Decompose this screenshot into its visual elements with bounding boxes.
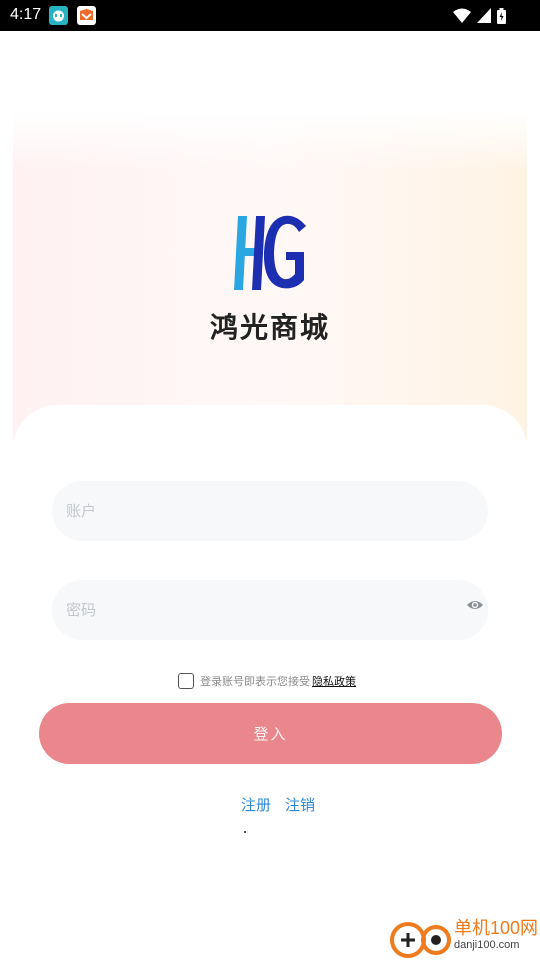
watermark-text: 单机100网 danji100.com — [454, 918, 538, 952]
watermark-logo-icon — [390, 922, 451, 958]
agreement-row: 登录账号即表示您接受 隐私政策 — [178, 671, 356, 691]
tiny-dot — [244, 831, 246, 833]
status-bar: 4:17 — [0, 0, 540, 31]
status-right-icons — [453, 6, 506, 25]
watermark: 单机100网 danji100.com — [388, 916, 538, 958]
app-notification-icon-2 — [77, 6, 96, 25]
eye-icon[interactable] — [466, 596, 484, 614]
wifi-icon — [453, 8, 471, 23]
password-input[interactable] — [52, 580, 488, 640]
app-notification-icon-1 — [49, 6, 68, 25]
deregister-link[interactable]: 注销 — [285, 794, 315, 815]
agree-checkbox[interactable] — [178, 673, 194, 689]
app-name: 鸿光商城 — [209, 311, 330, 344]
agree-text: 登录账号即表示您接受 — [200, 675, 310, 688]
hg-logo-icon — [234, 215, 306, 290]
account-links: 注册 注销 — [241, 794, 315, 815]
status-time: 4:17 — [10, 6, 42, 23]
privacy-policy-link[interactable]: 隐私政策 — [312, 673, 356, 689]
signal-icon — [477, 8, 491, 23]
account-input[interactable] — [52, 481, 488, 541]
register-link[interactable]: 注册 — [241, 794, 271, 815]
battery-icon — [497, 7, 506, 24]
watermark-url: danji100.com — [454, 939, 520, 951]
watermark-title: 单机100网 — [454, 918, 539, 938]
login-button[interactable]: 登入 — [39, 703, 502, 764]
header-fade — [13, 112, 527, 172]
